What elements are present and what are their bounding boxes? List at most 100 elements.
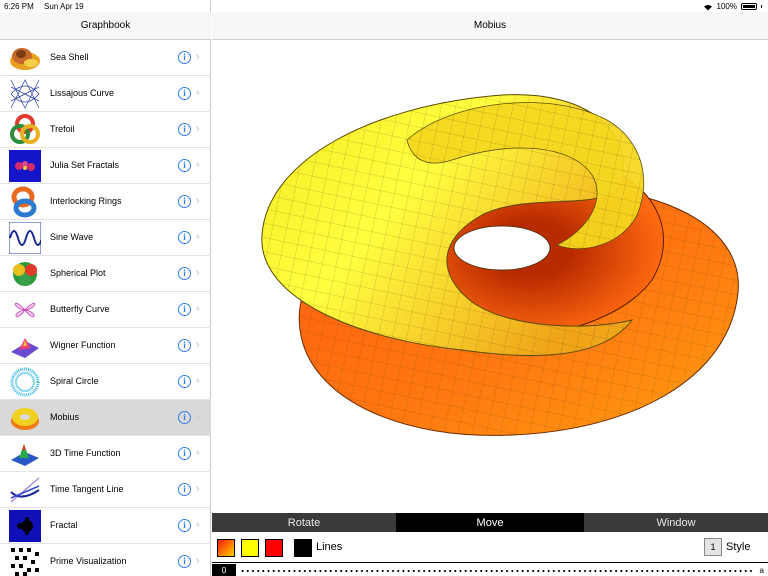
- list-item-label: Butterfly Curve: [50, 304, 110, 314]
- chevron-right-icon: ›: [196, 87, 200, 99]
- slider-end-label: a: [759, 566, 764, 575]
- chevron-right-icon: ›: [196, 303, 200, 315]
- sidebar-header: Graphbook: [0, 12, 211, 40]
- sidebar: Graphbook Sea Shell i › Lissajous Curve …: [0, 0, 211, 576]
- list-item-spiral-circle[interactable]: Spiral Circle i ›: [0, 364, 211, 400]
- status-date: Sun Apr 19: [44, 2, 84, 11]
- info-icon[interactable]: i: [178, 519, 191, 532]
- list-item-time-tangent-line[interactable]: Time Tangent Line i ›: [0, 472, 211, 508]
- chevron-right-icon: ›: [196, 555, 200, 567]
- list-item-label: 3D Time Function: [50, 448, 121, 458]
- slider-value: 0: [212, 564, 236, 576]
- chevron-right-icon: ›: [196, 375, 200, 387]
- list-item-spherical-plot[interactable]: Spherical Plot i ›: [0, 256, 211, 292]
- slider-track[interactable]: [240, 570, 752, 572]
- trefoil-icon: [9, 114, 41, 146]
- list-item-label: Spiral Circle: [50, 376, 99, 386]
- list-item-fractal[interactable]: Fractal i ›: [0, 508, 211, 544]
- main-header: Mobius: [212, 12, 768, 40]
- info-icon[interactable]: i: [178, 87, 191, 100]
- gradient-color-swatch[interactable]: [217, 539, 235, 557]
- info-icon[interactable]: i: [178, 123, 191, 136]
- list-item-interlocking-rings[interactable]: Interlocking Rings i ›: [0, 184, 211, 220]
- info-icon[interactable]: i: [178, 195, 191, 208]
- chevron-right-icon: ›: [196, 483, 200, 495]
- info-icon[interactable]: i: [178, 483, 191, 496]
- 3d-time-function-icon: [9, 438, 41, 470]
- wigner-function-icon: [9, 330, 41, 362]
- style-label: Style: [726, 541, 751, 553]
- chevron-right-icon: ›: [196, 447, 200, 459]
- page-title: Mobius: [473, 20, 507, 31]
- sea-shell-icon: [9, 42, 41, 74]
- list-item-label: Julia Set Fractals: [50, 160, 120, 170]
- prime-visualization-icon: [9, 546, 41, 576]
- mode-move-button[interactable]: Move: [398, 513, 584, 532]
- graph-canvas[interactable]: [212, 40, 768, 513]
- chevron-right-icon: ›: [196, 519, 200, 531]
- list-item-butterfly-curve[interactable]: Butterfly Curve i ›: [0, 292, 211, 328]
- lines-label[interactable]: Lines: [316, 541, 342, 553]
- list-item-label: Sine Wave: [50, 232, 94, 242]
- mode-window-button[interactable]: Window: [584, 513, 768, 532]
- list-item-label: Trefoil: [50, 124, 75, 134]
- line-color-swatch[interactable]: [294, 539, 312, 557]
- chevron-right-icon: ›: [196, 195, 200, 207]
- list-item-3d-time-function[interactable]: 3D Time Function i ›: [0, 436, 211, 472]
- battery-icon: [741, 3, 757, 10]
- info-icon[interactable]: i: [178, 375, 191, 388]
- time-tangent-line-icon: [9, 474, 41, 506]
- info-icon[interactable]: i: [178, 267, 191, 280]
- status-bar: 6:26 PM Sun Apr 19 100%: [0, 0, 768, 12]
- info-icon[interactable]: i: [178, 339, 191, 352]
- spiral-circle-icon: [9, 366, 41, 398]
- chevron-right-icon: ›: [196, 267, 200, 279]
- list-item-wigner-function[interactable]: Wigner Function i ›: [0, 328, 211, 364]
- list-item-mobius[interactable]: Mobius i ›: [0, 400, 211, 436]
- red-color-swatch[interactable]: [265, 539, 283, 557]
- status-time: 6:26 PM: [4, 2, 34, 11]
- style-controls: Lines 1 Style: [212, 532, 768, 562]
- info-icon[interactable]: i: [178, 411, 191, 424]
- list-item-sea-shell[interactable]: Sea Shell i ›: [0, 40, 211, 76]
- chevron-right-icon: ›: [196, 123, 200, 135]
- battery-percent: 100%: [716, 2, 737, 11]
- info-icon[interactable]: i: [178, 447, 191, 460]
- mode-segmented-control[interactable]: Rotate Move Window: [212, 513, 768, 532]
- info-icon[interactable]: i: [178, 555, 191, 568]
- info-icon[interactable]: i: [178, 303, 191, 316]
- list-item-sine-wave[interactable]: Sine Wave i ›: [0, 220, 211, 256]
- info-icon[interactable]: i: [178, 159, 191, 172]
- sine-wave-icon: [9, 222, 41, 254]
- mobius-surface: [261, 94, 739, 436]
- list-item-prime-visualization[interactable]: Prime Visualization i ›: [0, 544, 211, 576]
- list-item-label: Fractal: [50, 520, 78, 530]
- list-item-label: Lissajous Curve: [50, 88, 115, 98]
- list-item-julia-set-fractals[interactable]: Julia Set Fractals i ›: [0, 148, 211, 184]
- chevron-right-icon: ›: [196, 411, 200, 423]
- yellow-color-swatch[interactable]: [241, 539, 259, 557]
- list-item-label: Interlocking Rings: [50, 196, 122, 206]
- julia-set-icon: [9, 150, 41, 182]
- list-item-trefoil[interactable]: Trefoil i ›: [0, 112, 211, 148]
- style-button[interactable]: 1: [704, 538, 722, 556]
- graph-list[interactable]: Sea Shell i › Lissajous Curve i › Trefoi…: [0, 40, 211, 576]
- interlocking-rings-icon: [9, 186, 41, 218]
- mobius-icon: [9, 402, 41, 434]
- parameter-slider[interactable]: 0 a: [212, 562, 768, 576]
- info-icon[interactable]: i: [178, 51, 191, 64]
- list-item-label: Spherical Plot: [50, 268, 106, 278]
- sidebar-title: Graphbook: [80, 20, 131, 31]
- info-icon[interactable]: i: [178, 231, 191, 244]
- chevron-right-icon: ›: [196, 51, 200, 63]
- list-item-label: Prime Visualization: [50, 556, 127, 566]
- fractal-icon: [9, 510, 41, 542]
- mode-rotate-button[interactable]: Rotate: [212, 513, 398, 532]
- main-panel: Mobius Rotate Move Window Lines 1 Style …: [212, 0, 768, 576]
- butterfly-curve-icon: [9, 294, 41, 326]
- list-item-label: Wigner Function: [50, 340, 116, 350]
- list-item-lissajous-curve[interactable]: Lissajous Curve i ›: [0, 76, 211, 112]
- chevron-right-icon: ›: [196, 339, 200, 351]
- list-item-label: Mobius: [50, 412, 80, 422]
- spherical-plot-icon: [9, 258, 41, 290]
